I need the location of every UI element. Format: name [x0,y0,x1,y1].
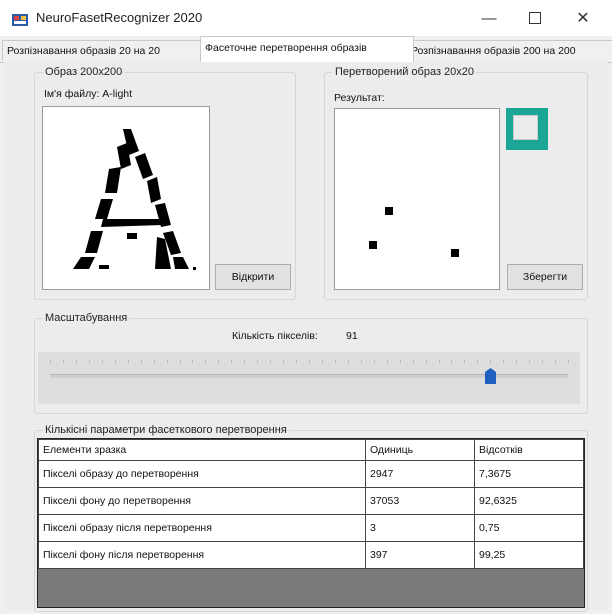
slider-tick [218,360,219,363]
slider-tick [361,360,362,363]
slider-tick [568,360,569,363]
slider-tick [154,360,155,363]
slider-tick [76,360,77,363]
source-group-legend: Образ 200x200 [45,66,123,78]
table-cell[interactable]: 0,75 [474,514,584,542]
stats-table-container: Елементи зразка Одиниць Відсотків Піксел… [37,438,585,608]
slider-tick [477,360,478,363]
close-icon: ✕ [576,10,590,27]
slider-tick [270,360,271,363]
slider-tick [167,360,168,363]
table-cell[interactable]: Пікселі образу після перетворення [38,514,366,542]
scale-slider[interactable] [38,352,580,404]
table-cell[interactable]: 7,3675 [474,460,584,488]
app-icon [12,14,28,26]
scaling-group-legend: Масштабування [45,312,128,324]
table-cell[interactable]: 2947 [365,460,475,488]
slider-tick [374,360,375,363]
source-image-canvas [42,106,210,290]
preview-thumbnail-image [513,115,538,140]
table-cell[interactable]: 3 [365,514,475,542]
slider-tick [102,360,103,363]
maximize-icon [529,12,541,24]
minimize-button[interactable]: — [466,0,512,36]
slider-tick [426,360,427,363]
open-button[interactable]: Відкрити [215,264,291,290]
slider-tick [141,360,142,363]
slider-tick [192,360,193,363]
slider-tick [231,360,232,363]
slider-tick [516,360,517,363]
slider-tick [400,360,401,363]
preview-thumbnail[interactable] [506,108,548,150]
pixel-count-label: Кількість пікселів: [232,330,318,342]
slider-tick [387,360,388,363]
maximize-button[interactable] [512,0,558,36]
slider-tick [180,360,181,363]
minimize-icon: — [481,9,497,27]
table-row[interactable]: Пікселі фону до перетворення 37053 92,63… [38,487,584,515]
slider-tick [348,360,349,363]
slider-tick [89,360,90,363]
result-pixel [451,249,459,257]
table-cell[interactable]: Пікселі фону до перетворення [38,487,366,515]
slider-tick [439,360,440,363]
table-row[interactable]: Пікселі фону після перетворення 397 99,2… [38,541,584,569]
table-cell[interactable]: Пікселі образу до перетворення [38,460,366,488]
table-header-row: Елементи зразка Одиниць Відсотків [38,439,584,461]
letter-a-image [73,129,196,270]
slider-tick [283,360,284,363]
slider-tick [335,360,336,363]
title-bar[interactable]: NeuroFasetRecognizer 2020 — ✕ [0,0,612,36]
slider-tick [490,360,491,363]
column-header-element[interactable]: Елементи зразка [38,439,366,461]
slider-tick [451,360,452,363]
slider-tick [555,360,556,363]
slider-tick [50,360,51,363]
slider-tick [542,360,543,363]
stats-table: Елементи зразка Одиниць Відсотків Піксел… [38,439,584,569]
slider-thumb[interactable] [484,368,496,384]
slider-tick [128,360,129,363]
tab-recognition-200[interactable]: Розпізнавання образів 200 на 200 [406,40,612,61]
slider-tick [115,360,116,363]
result-pixel [385,207,393,215]
result-pixel [369,241,377,249]
slider-tick [464,360,465,363]
table-cell[interactable]: 99,25 [474,541,584,569]
close-button[interactable]: ✕ [560,0,606,36]
tab-strip: Розпізнавання образів 20 на 20 Фасеточне… [0,36,612,63]
result-label: Результат: [334,92,385,104]
file-name-label: Ім'я файлу: A-light [44,88,133,100]
pixel-count-value: 91 [346,330,358,342]
tab-recognition-20[interactable]: Розпізнавання образів 20 на 20 [2,40,202,61]
table-cell[interactable]: 37053 [365,487,475,515]
slider-tick [309,360,310,363]
slider-tick [322,360,323,363]
result-image-canvas [334,108,500,290]
window-title: NeuroFasetRecognizer 2020 [36,10,203,25]
table-row[interactable]: Пікселі образу до перетворення 2947 7,36… [38,460,584,488]
stats-group-legend: Кількісні параметри фасеткового перетвор… [45,424,287,436]
tab-facet-transform[interactable]: Фасеточне перетворення образів [200,36,414,62]
save-button[interactable]: Зберегти [507,264,583,290]
slider-tick [413,360,414,363]
table-cell[interactable]: Пікселі фону після перетворення [38,541,366,569]
app-window: NeuroFasetRecognizer 2020 — ✕ Розпізнава… [0,0,612,614]
result-group-legend: Перетворений образ 20x20 [335,66,475,78]
column-header-units[interactable]: Одиниць [365,439,475,461]
slider-tick [503,360,504,363]
slider-tick [63,360,64,363]
column-header-percent[interactable]: Відсотків [474,439,584,461]
slider-tick [296,360,297,363]
table-cell[interactable]: 92,6325 [474,487,584,515]
slider-tick [257,360,258,363]
slider-tick [529,360,530,363]
slider-tick [244,360,245,363]
table-cell[interactable]: 397 [365,541,475,569]
slider-tick [205,360,206,363]
table-row[interactable]: Пікселі образу після перетворення 3 0,75 [38,514,584,542]
